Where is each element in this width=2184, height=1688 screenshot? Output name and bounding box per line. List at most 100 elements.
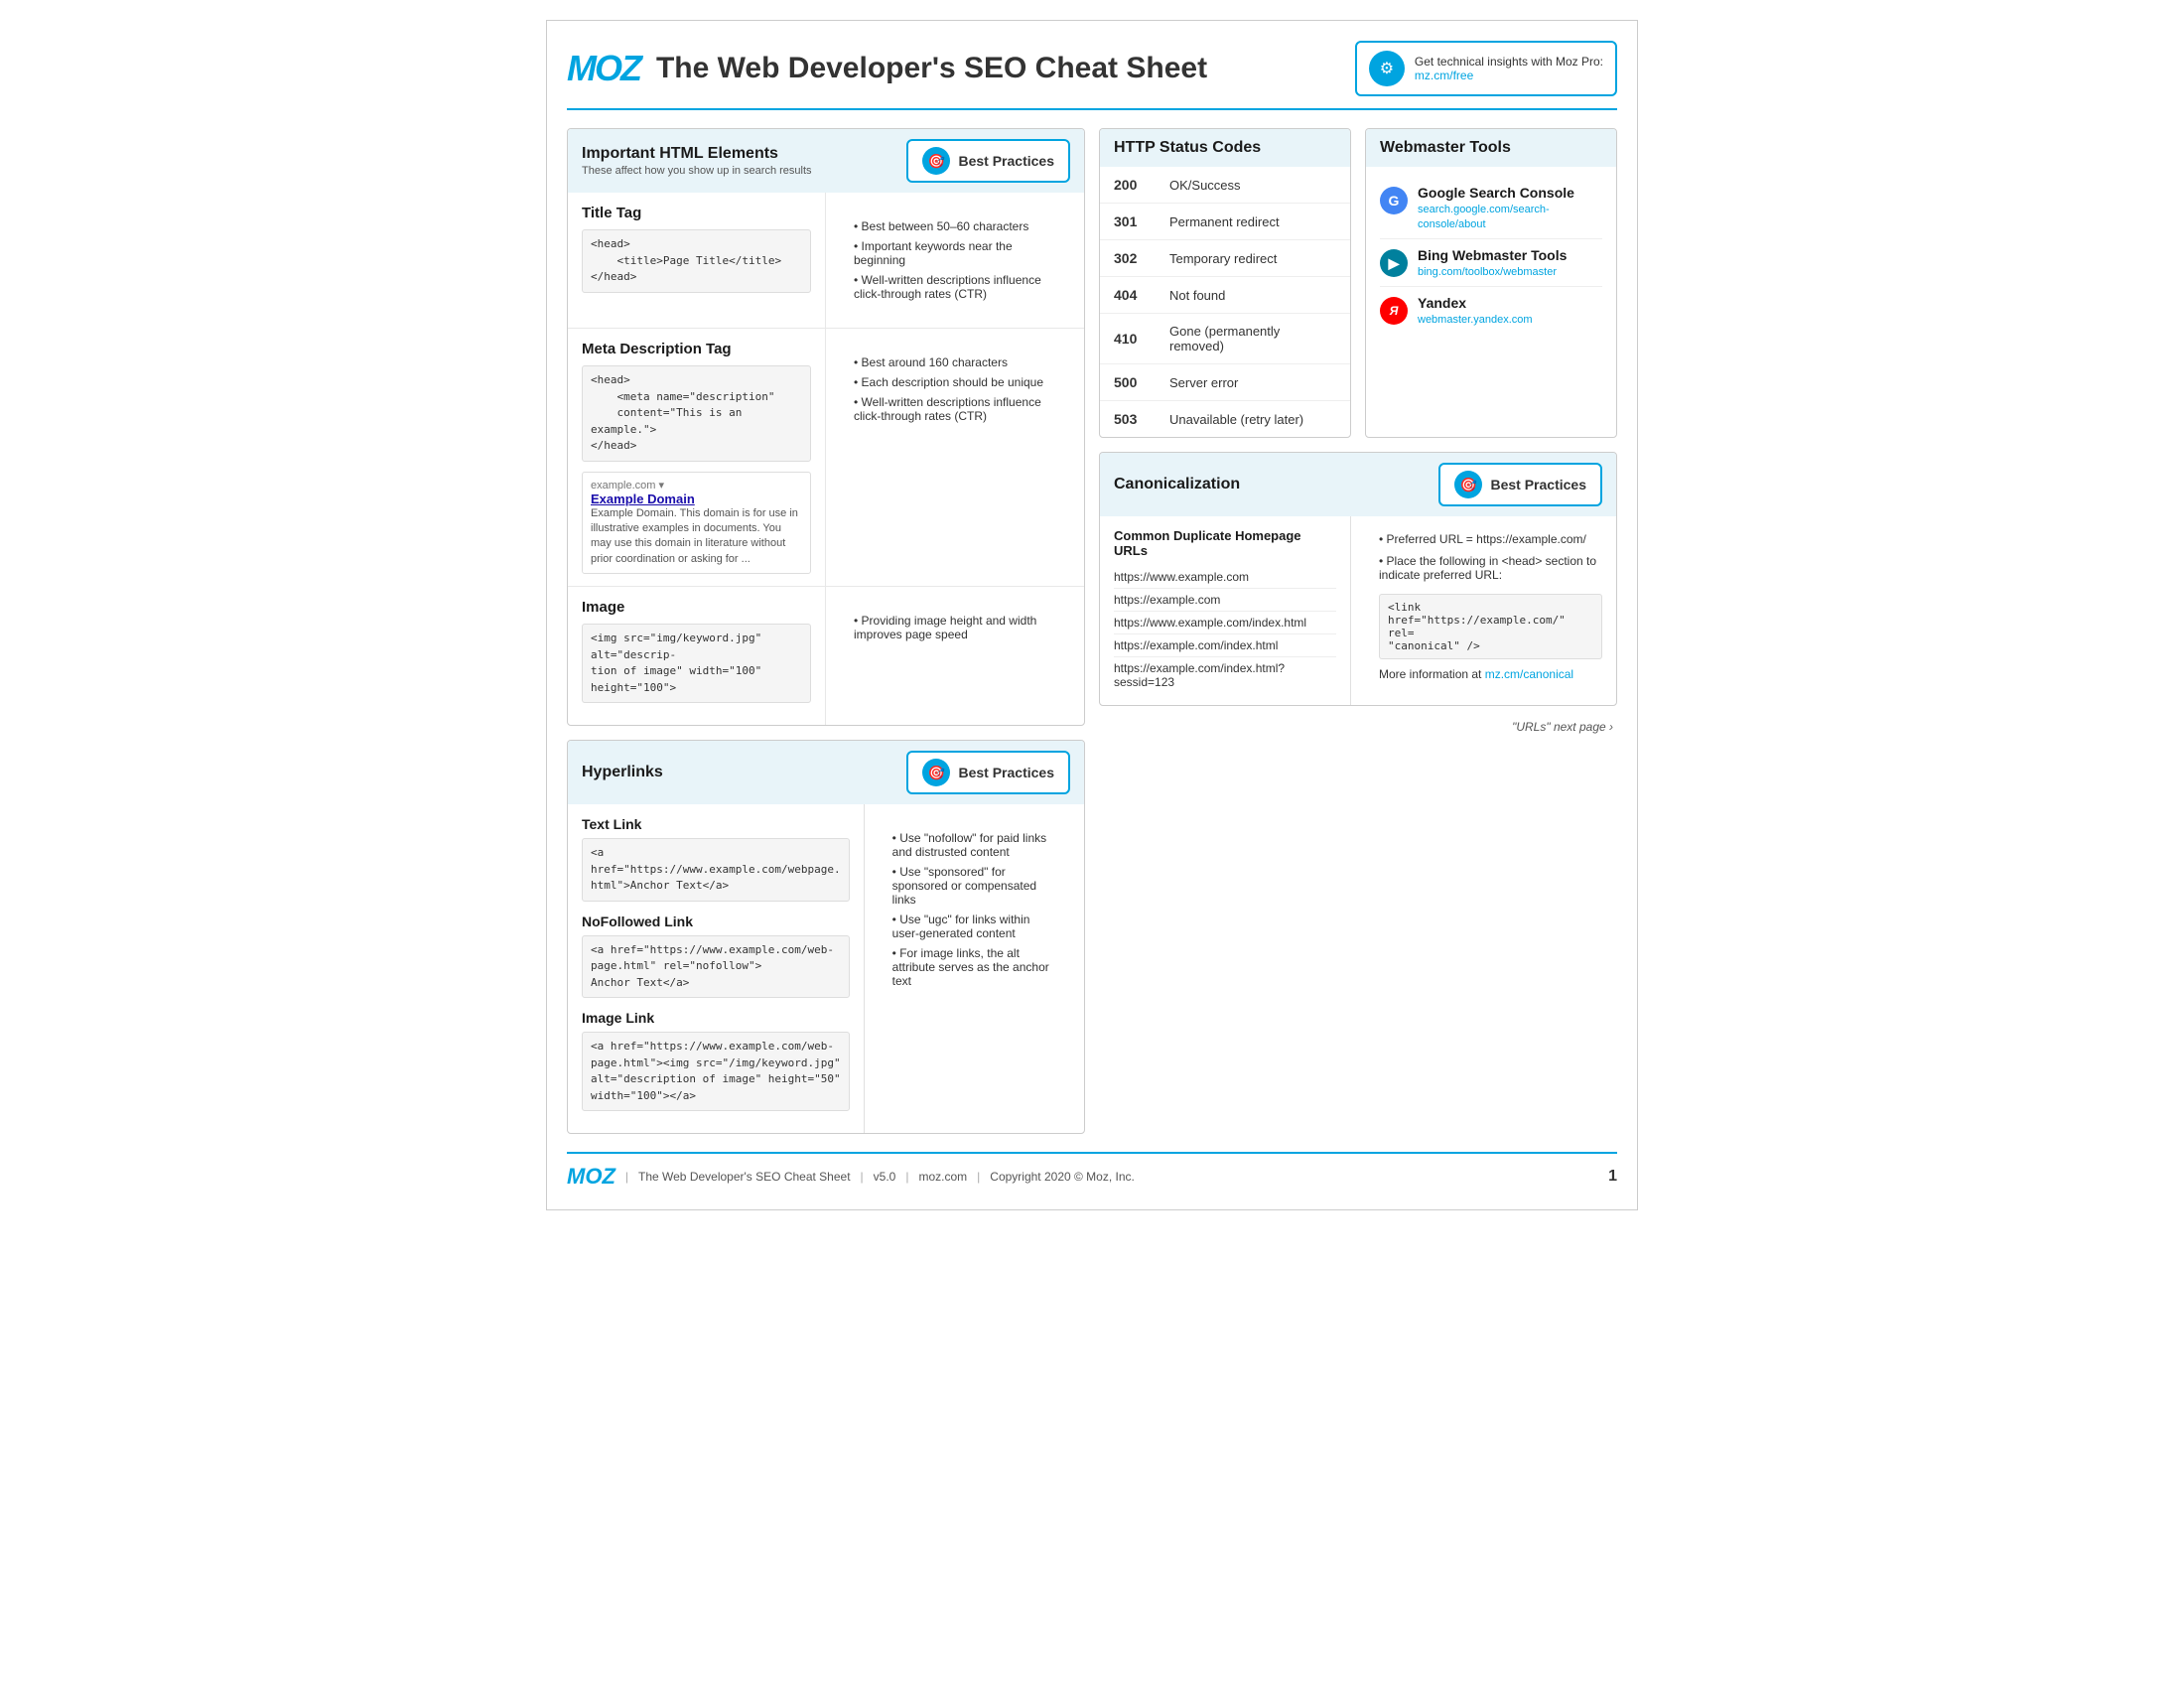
- target-icon-3: 🎯: [1460, 477, 1477, 493]
- http-code-410: 410: [1114, 331, 1154, 347]
- meta-desc-title: Meta Description Tag: [582, 341, 811, 357]
- http-desc-503: Unavailable (retry later): [1169, 412, 1303, 427]
- canon-url-5: https://example.com/index.html?sessid=12…: [1114, 657, 1336, 693]
- promo-text: Get technical insights with Moz Pro:: [1415, 55, 1603, 69]
- duplicate-title: Common Duplicate Homepage URLs: [1114, 528, 1336, 558]
- canon-right: Preferred URL = https://example.com/ Pla…: [1365, 516, 1616, 705]
- webmaster-tools-section: Webmaster Tools G Google Search Console …: [1365, 128, 1617, 438]
- moz-logo: MOZ: [567, 48, 640, 89]
- http-desc-410: Gone (permanently removed): [1169, 324, 1336, 353]
- http-status-header: HTTP Status Codes: [1100, 129, 1350, 167]
- practice-item: For image links, the alt attribute serve…: [892, 943, 1056, 991]
- http-code-500: 500: [1114, 374, 1154, 390]
- google-title: Google Search Console: [1418, 185, 1602, 201]
- bing-link[interactable]: bing.com/toolbox/webmaster: [1418, 266, 1557, 278]
- canon-more-link[interactable]: mz.cm/canonical: [1485, 667, 1573, 681]
- html-best-practices-badge: 🎯 Best Practices: [906, 139, 1070, 183]
- http-desc-301: Permanent redirect: [1169, 214, 1280, 229]
- hyperlinks-right: Use "nofollow" for paid links and distru…: [865, 804, 1084, 1133]
- serp-title: Example Domain: [591, 492, 802, 506]
- footer-domain: moz.com: [918, 1170, 967, 1184]
- yandex-link[interactable]: webmaster.yandex.com: [1418, 314, 1533, 326]
- http-code-301: 301: [1114, 213, 1154, 229]
- nofollowed-link-title: NoFollowed Link: [582, 914, 850, 929]
- meta-desc-right: Best around 160 characters Each descript…: [826, 329, 1084, 586]
- image-left: Image <img src="img/keyword.jpg" alt="de…: [568, 587, 826, 725]
- bp-icon-2: 🎯: [922, 759, 950, 786]
- bp-icon-3: 🎯: [1454, 471, 1482, 498]
- http-body: 200 OK/Success 301 Permanent redirect 30…: [1100, 167, 1350, 437]
- text-link-code: <a href="https://www.example.com/webpage…: [582, 838, 850, 902]
- image-code: <img src="img/keyword.jpg" alt="descrip-…: [582, 624, 811, 703]
- footer-div4: |: [977, 1170, 980, 1184]
- image-row: Image <img src="img/keyword.jpg" alt="de…: [568, 587, 1084, 725]
- http-code-404: 404: [1114, 287, 1154, 303]
- target-icon-2: 🎯: [928, 765, 945, 781]
- yandex-title: Yandex: [1418, 295, 1533, 311]
- http-code-302: 302: [1114, 250, 1154, 266]
- html-elements-section: Important HTML Elements These affect how…: [567, 128, 1085, 726]
- footer-logo: MOZ: [567, 1164, 615, 1190]
- left-column: Important HTML Elements These affect how…: [567, 128, 1085, 1134]
- footer-version: v5.0: [874, 1170, 896, 1184]
- http-code-200: 200: [1114, 177, 1154, 193]
- footer-div2: |: [861, 1170, 864, 1184]
- webmaster-body: G Google Search Console search.google.co…: [1366, 167, 1616, 344]
- header-left: MOZ The Web Developer's SEO Cheat Sheet: [567, 48, 1207, 89]
- practice-item: Well-written descriptions influence clic…: [854, 270, 1056, 304]
- best-practices-label: Best Practices: [958, 153, 1054, 169]
- hyperlinks-title: Hyperlinks: [582, 764, 663, 781]
- hyperlinks-header: Hyperlinks 🎯 Best Practices: [568, 741, 1084, 804]
- http-row-503: 503 Unavailable (retry later): [1100, 401, 1350, 437]
- hyperlinks-left: Text Link <a href="https://www.example.c…: [568, 804, 865, 1133]
- serp-desc: Example Domain. This domain is for use i…: [591, 506, 802, 568]
- bing-info: Bing Webmaster Tools bing.com/toolbox/we…: [1418, 247, 1567, 278]
- http-row-500: 500 Server error: [1100, 364, 1350, 401]
- main-grid: Important HTML Elements These affect how…: [567, 128, 1617, 1134]
- image-link-code: <a href="https://www.example.com/web- pa…: [582, 1032, 850, 1111]
- webmaster-tools-title: Webmaster Tools: [1380, 139, 1511, 157]
- right-column: HTTP Status Codes 200 OK/Success 301 Per…: [1099, 128, 1617, 1134]
- http-row-302: 302 Temporary redirect: [1100, 240, 1350, 277]
- http-row-410: 410 Gone (permanently removed): [1100, 314, 1350, 364]
- promo-link[interactable]: mz.cm/free: [1415, 69, 1473, 82]
- canon-more-info: More information at mz.cm/canonical: [1379, 667, 1602, 681]
- page-wrapper: MOZ The Web Developer's SEO Cheat Sheet …: [546, 20, 1638, 1210]
- hyperlinks-section: Hyperlinks 🎯 Best Practices Text Link <a…: [567, 740, 1085, 1134]
- http-code-503: 503: [1114, 411, 1154, 427]
- serp-preview: example.com ▾ Example Domain Example Dom…: [582, 472, 811, 575]
- canon-grid: Common Duplicate Homepage URLs https://w…: [1100, 516, 1616, 705]
- practice-item: Each description should be unique: [854, 372, 1056, 392]
- serp-url: example.com ▾: [591, 479, 802, 492]
- canon-url-1: https://www.example.com: [1114, 566, 1336, 589]
- meta-description-row: Meta Description Tag <head> <meta name="…: [568, 329, 1084, 587]
- practice-item: Use "nofollow" for paid links and distru…: [892, 828, 1056, 862]
- http-desc-404: Not found: [1169, 288, 1225, 303]
- header-promo: ⚙ Get technical insights with Moz Pro: m…: [1355, 41, 1617, 96]
- practice-item: Providing image height and width improve…: [854, 611, 1056, 644]
- http-status-title: HTTP Status Codes: [1114, 139, 1261, 157]
- title-tag-left: Title Tag <head> <title>Page Title</titl…: [568, 193, 826, 328]
- hyperlinks-practices: Use "nofollow" for paid links and distru…: [879, 816, 1070, 1003]
- canon-best-practices-badge: 🎯 Best Practices: [1438, 463, 1602, 506]
- html-elements-title: Important HTML Elements: [582, 145, 812, 163]
- canon-code: <link href="https://example.com/" rel= "…: [1379, 594, 1602, 659]
- google-link[interactable]: search.google.com/search-console/about: [1418, 204, 1550, 230]
- target-icon: 🎯: [928, 153, 945, 170]
- hyperlinks-best-practices-badge: 🎯 Best Practices: [906, 751, 1070, 794]
- top-right-grid: HTTP Status Codes 200 OK/Success 301 Per…: [1099, 128, 1617, 438]
- image-practices: Providing image height and width improve…: [840, 599, 1070, 656]
- http-row-404: 404 Not found: [1100, 277, 1350, 314]
- more-info-text: More information at: [1379, 667, 1485, 681]
- bing-icon: ▶: [1380, 249, 1408, 277]
- footer-left: MOZ | The Web Developer's SEO Cheat Shee…: [567, 1164, 1135, 1190]
- http-desc-200: OK/Success: [1169, 178, 1241, 193]
- footer-copyright: Copyright 2020 © Moz, Inc.: [990, 1170, 1135, 1184]
- meta-desc-practices: Best around 160 characters Each descript…: [840, 341, 1070, 438]
- title-tag-practices: Best between 50–60 characters Important …: [840, 205, 1070, 316]
- practice-item: Use "sponsored" for sponsored or compens…: [892, 862, 1056, 910]
- page-number: 1: [1608, 1168, 1617, 1185]
- html-elements-header-text: Important HTML Elements These affect how…: [582, 145, 812, 177]
- canon-url-2: https://example.com: [1114, 589, 1336, 612]
- practice-item: Use "ugc" for links within user-generate…: [892, 910, 1056, 943]
